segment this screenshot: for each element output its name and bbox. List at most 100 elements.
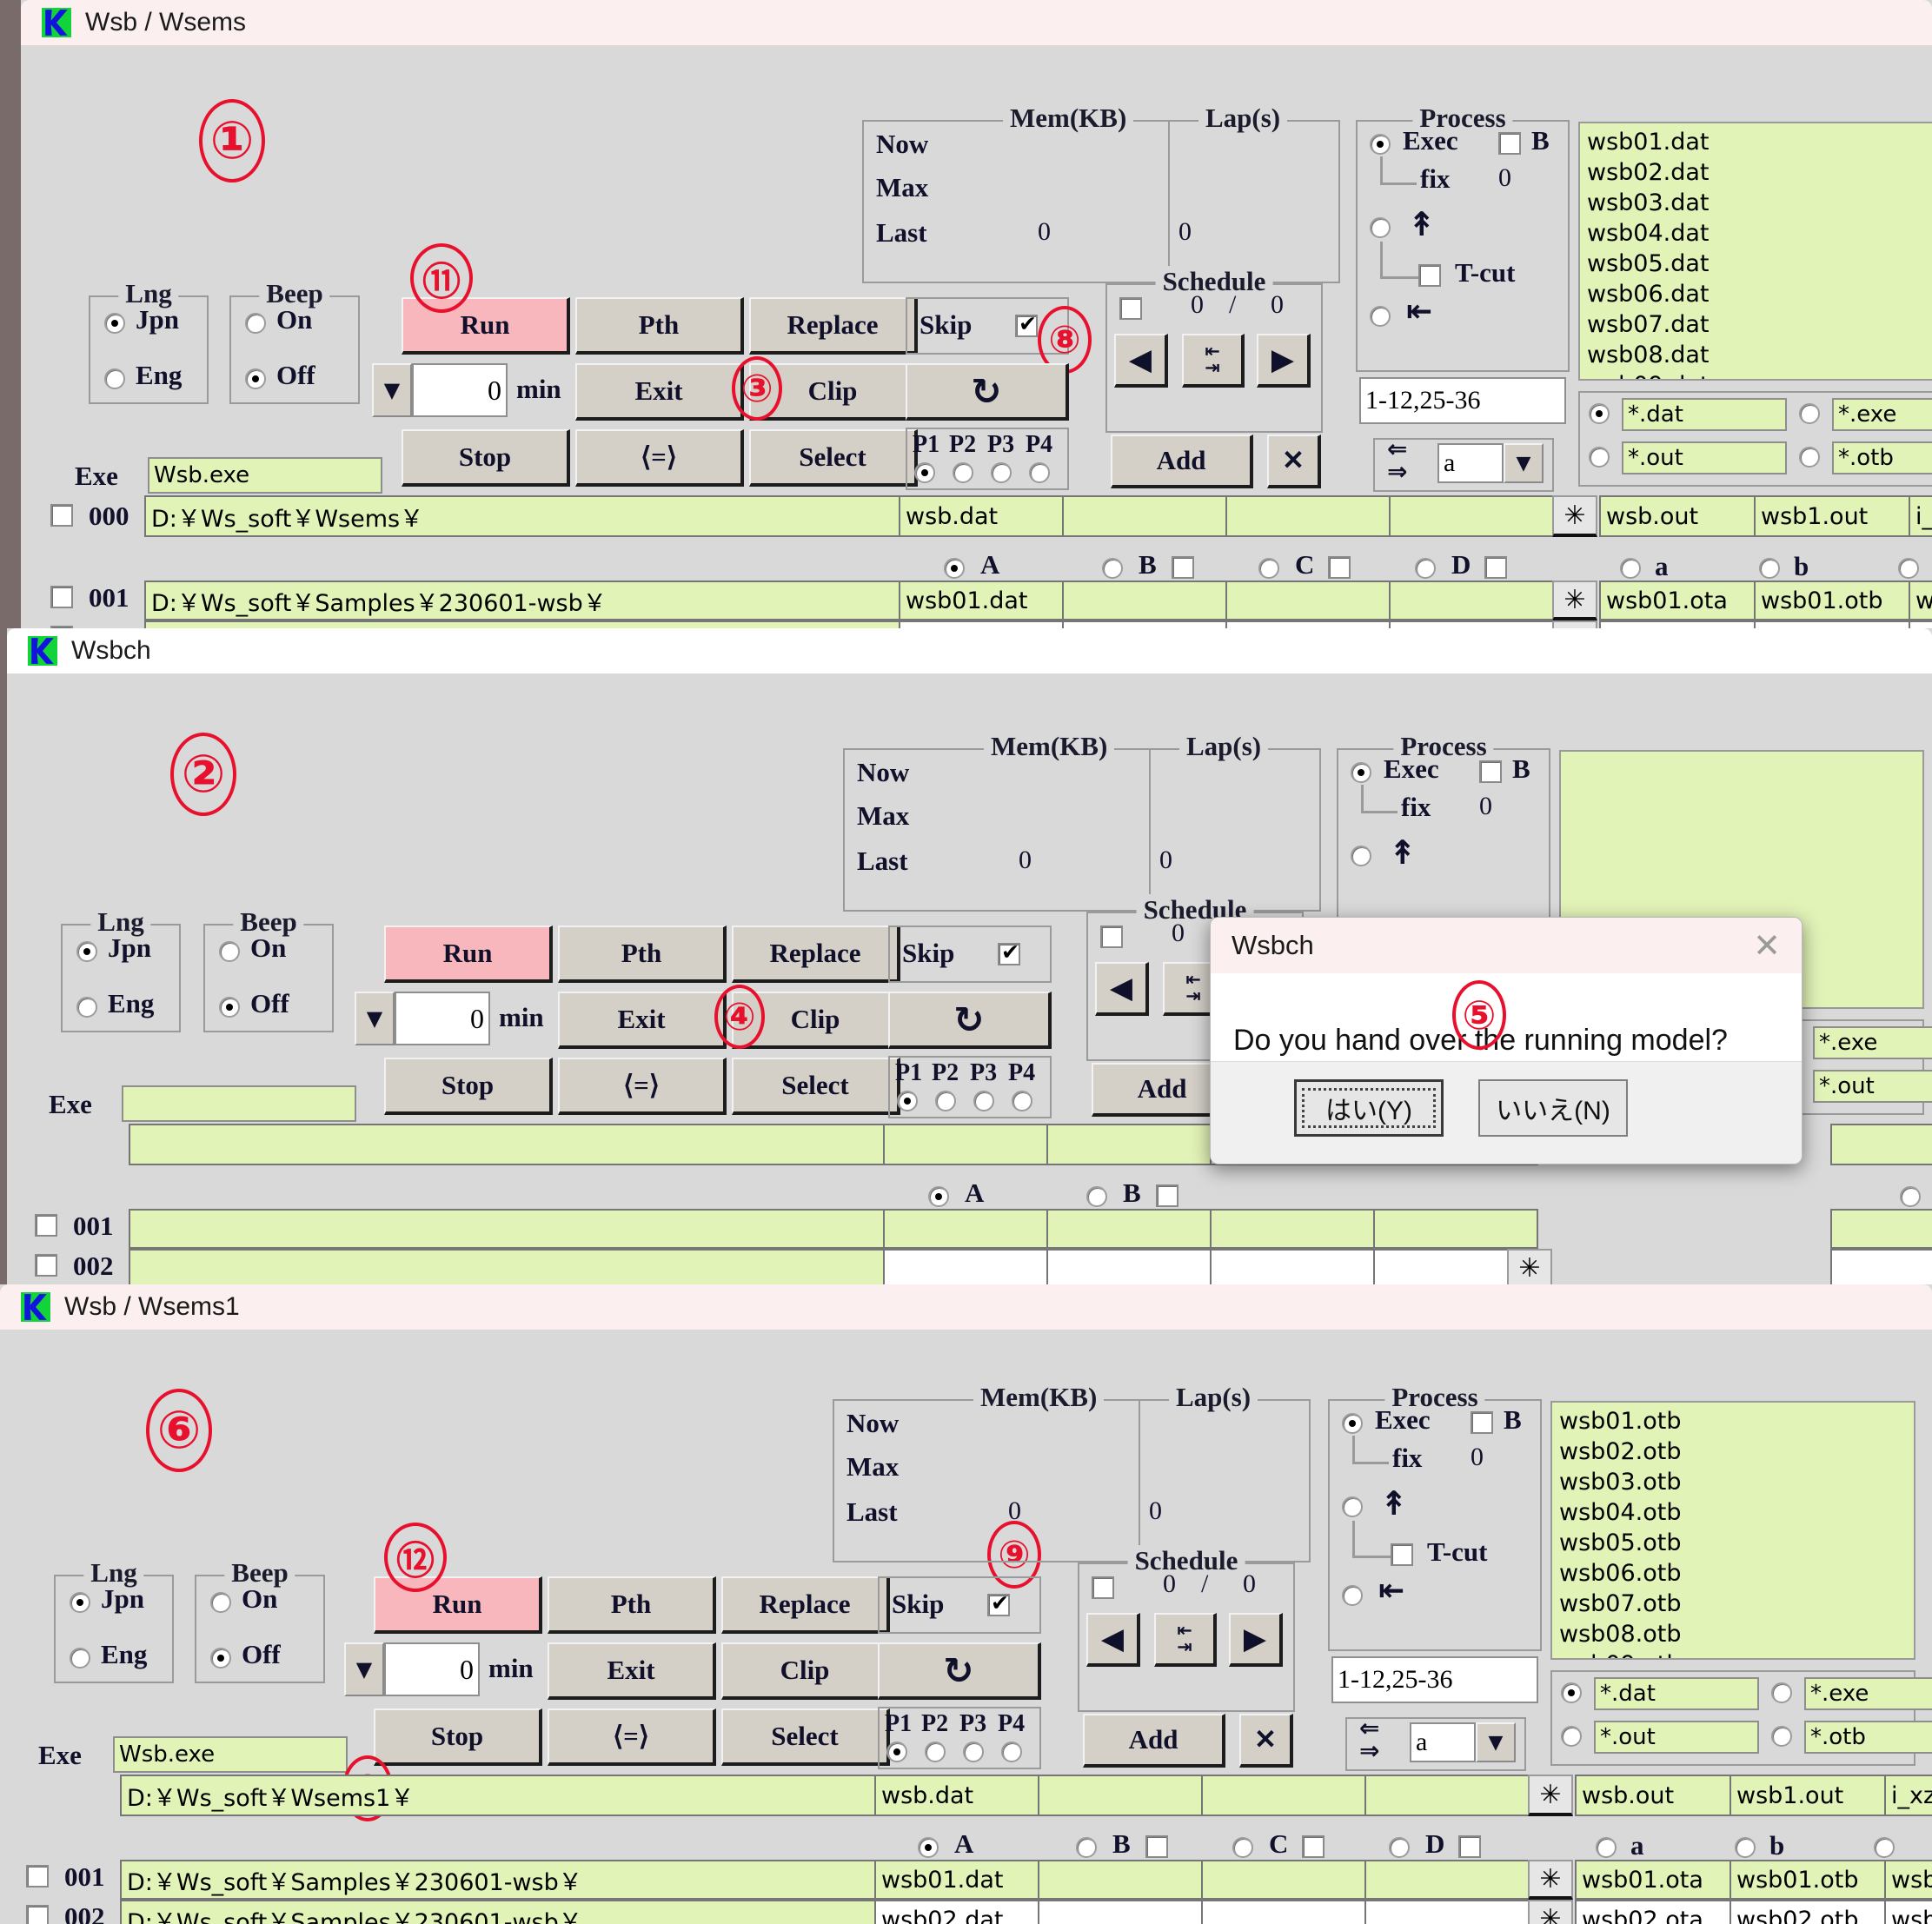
row-star-button-002-2[interactable]: ✳ [1507,1249,1552,1284]
row-c2-000-3[interactable] [1038,1775,1203,1816]
swap-button-2[interactable]: ⟨=⟩ [558,1058,727,1115]
radio-process-home-1[interactable] [1370,306,1391,327]
row-checkbox-001-1[interactable] [50,586,73,608]
radio-p2-3[interactable] [925,1742,946,1762]
row-checkbox-001-2[interactable] [35,1214,57,1237]
exe-input-1[interactable]: Wsb.exe [148,457,382,494]
schedule-delete-button-3[interactable]: ✕ [1239,1714,1293,1768]
replace-button-1[interactable]: Replace [749,297,918,355]
row-dat-002-2[interactable] [883,1249,1048,1284]
clip-button-3[interactable]: Clip [721,1642,890,1700]
file-list-item[interactable]: wsb02.dat [1587,157,1932,188]
row-c2-001-2[interactable] [1046,1209,1212,1249]
file-list-item[interactable]: wsb05.otb [1559,1528,1907,1558]
radio-p3-2[interactable] [973,1091,994,1111]
swap-button-1[interactable]: ⟨=⟩ [575,429,744,487]
radio-p3-3[interactable] [963,1742,984,1762]
radio-lng-jpn-3[interactable] [70,1592,90,1613]
row-out1-002-3[interactable]: wsb02.ota [1575,1900,1731,1924]
file-list-item[interactable]: wsb01.otb [1559,1406,1907,1436]
row-dat-001-2[interactable] [883,1209,1048,1249]
row-c2-002-1[interactable] [1062,620,1227,628]
schedule-checkbox-2[interactable] [1100,926,1123,948]
radio-p4-2[interactable] [1012,1091,1032,1111]
skip-checkbox-1[interactable] [1015,311,1038,337]
filter-exe-input-1[interactable]: *.exe [1832,398,1932,431]
filter-out-input-3[interactable]: *.out [1594,1721,1759,1754]
row-c3-000-3[interactable] [1201,1775,1366,1816]
schedule-add-button-1[interactable]: Add [1111,435,1253,488]
radio-beep-on[interactable] [245,313,266,334]
checkbox-process-tcut-1[interactable] [1418,264,1441,287]
row-c4-002-3[interactable] [1364,1900,1530,1924]
radio-col-D-3[interactable] [1389,1837,1410,1858]
schedule-prev-button-3[interactable]: ◀ [1086,1613,1140,1667]
row-checkbox-002-3[interactable] [26,1905,49,1924]
radio-filter-otb-1[interactable] [1799,447,1820,468]
radio-col-B-2[interactable] [1086,1186,1107,1207]
checkbox-col-B-3[interactable] [1145,1835,1168,1858]
radio-process-exec-3[interactable] [1342,1413,1363,1434]
file-list-item[interactable]: wsb01.dat [1587,127,1932,157]
row-dat-002-3[interactable]: wsb02.dat [874,1900,1039,1924]
exe-input-2[interactable] [122,1085,356,1122]
radio-p2-1[interactable] [953,462,973,483]
run-button-2[interactable]: Run [384,926,553,983]
file-list-1[interactable]: wsb01.dat wsb02.dat wsb03.dat wsb04.dat … [1578,122,1932,381]
radio-p1-1[interactable] [914,462,935,483]
row-path-001-2[interactable] [129,1209,885,1249]
row-c4-001-3[interactable] [1364,1860,1530,1900]
row-path-002-3[interactable]: D:￥Ws_soft￥Samples￥230601-wsb￥ [120,1900,876,1924]
row-c2-000-2[interactable] [1046,1124,1212,1165]
checkbox-col-B-1[interactable] [1172,556,1194,579]
radio-col-b-3[interactable] [1735,1837,1756,1858]
row-star-button-002-1[interactable]: ✳ [1552,620,1597,628]
row-checkbox-000-1[interactable] [50,504,73,527]
row-checkbox-001-3[interactable] [26,1865,49,1888]
row-out2-001-1[interactable]: wsb01.otb [1754,581,1910,620]
timer-input-2[interactable]: 0 [395,992,490,1045]
ab-select-dropdown-3[interactable]: ▼ [1476,1722,1516,1762]
row-c4-000-1[interactable] [1389,495,1554,537]
file-list-item[interactable]: wsb07.otb [1559,1589,1907,1619]
row-dat-000-1[interactable]: wsb.dat [899,495,1064,537]
timer-input-3[interactable]: 0 [384,1642,480,1696]
dialog-no-button[interactable]: いいえ(N) [1478,1079,1628,1137]
radio-beep-on-3[interactable] [210,1592,231,1613]
radio-col-A-3[interactable] [918,1837,939,1858]
row-out1-000-3[interactable]: wsb.out [1575,1775,1731,1816]
row-dat-000-3[interactable]: wsb.dat [874,1775,1039,1816]
schedule-next-button-1[interactable]: ▶ [1257,334,1311,388]
window-wsb-wsems[interactable]: Wsb / Wsems ① Lng Jpn Eng Beep On Off Ex… [21,0,1932,628]
row-out1-002-1[interactable]: wsb02.ota [1599,620,1756,628]
row-checkbox-002-2[interactable] [35,1254,57,1277]
radio-col-c-1[interactable] [1898,558,1919,579]
checkbox-process-tcut-3[interactable] [1391,1543,1413,1566]
radio-beep-off-3[interactable] [210,1648,231,1669]
filter-out-input-2[interactable]: *.out [1813,1070,1932,1103]
file-list-item[interactable]: wsb07.dat [1587,309,1932,340]
radio-col-D-1[interactable] [1415,558,1436,579]
row-c3-002-3[interactable] [1201,1900,1366,1924]
file-list-item[interactable]: wsb09.dat [1587,370,1932,379]
file-list-item[interactable]: wsb03.otb [1559,1467,1907,1497]
row-path-002-2[interactable] [129,1249,885,1284]
radio-col-a-1[interactable] [1620,558,1641,579]
schedule-delete-button-1[interactable]: ✕ [1267,435,1321,488]
ab-select-value-3[interactable]: a [1410,1722,1476,1762]
radio-col-C-3[interactable] [1232,1837,1253,1858]
row-path-000-1[interactable]: D:￥Ws_soft￥Wsems￥ [144,495,900,537]
file-list-item[interactable]: wsb03.dat [1587,188,1932,218]
schedule-prev-button-2[interactable]: ◀ [1095,962,1149,1016]
row-dat-001-3[interactable]: wsb01.dat [874,1860,1039,1900]
filter-exe-input-3[interactable]: *.exe [1804,1677,1932,1710]
row-c3-001-1[interactable] [1225,581,1391,620]
radio-col-b-1[interactable] [1759,558,1780,579]
schedule-checkbox-3[interactable] [1092,1576,1114,1599]
radio-p2-2[interactable] [935,1091,956,1111]
filter-dat-input-1[interactable]: *.dat [1622,398,1787,431]
exit-button-2[interactable]: Exit [558,992,727,1049]
radio-lng-eng[interactable] [104,368,125,389]
row-c3-000-1[interactable] [1225,495,1391,537]
ab-select-dropdown-1[interactable]: ▼ [1504,443,1544,483]
